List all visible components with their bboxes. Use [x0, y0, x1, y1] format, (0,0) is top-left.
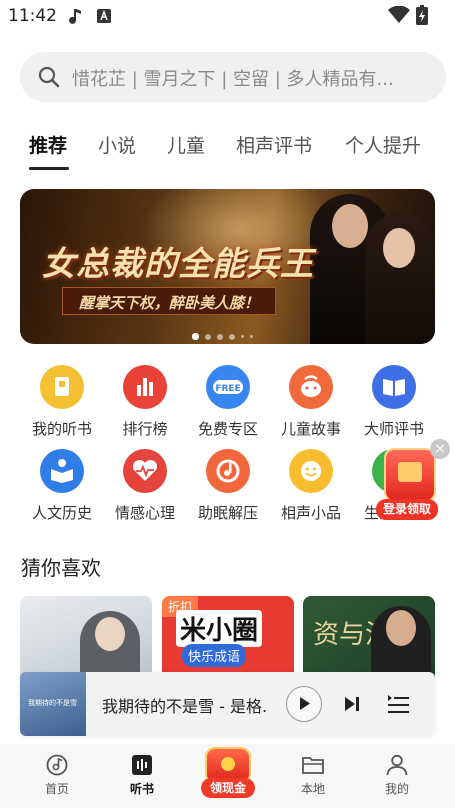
- category-label: 助眠解压: [197, 504, 258, 522]
- audiobook-icon: [112, 752, 172, 778]
- search-bar[interactable]: 惜花芷 | 雪月之下 | 空留 | 多人精品有...: [20, 52, 446, 102]
- nav-label: 听书: [129, 782, 154, 796]
- wifi-icon: [388, 5, 410, 28]
- category-ranking[interactable]: 排行榜: [109, 365, 181, 439]
- banner-dot[interactable]: [229, 333, 235, 340]
- home-disc-icon: [27, 752, 87, 778]
- next-track-icon[interactable]: [342, 694, 362, 718]
- category-kids-stories[interactable]: 儿童故事: [275, 365, 347, 439]
- section-title-guess-you-like: 猜你喜欢: [21, 556, 101, 580]
- cash-gift-icon: [205, 747, 251, 781]
- banner-dot[interactable]: [205, 333, 211, 340]
- tab-novel[interactable]: 小说: [98, 131, 136, 158]
- category-label: 相声小品: [280, 504, 341, 522]
- tab-crosstalk[interactable]: 相声评书: [236, 131, 312, 158]
- category-free-zone[interactable]: FREE 免费专区: [192, 365, 264, 439]
- banner-figure-woman: [365, 214, 435, 344]
- music-disc-icon: [206, 449, 250, 493]
- tab-self-improvement[interactable]: 个人提升: [345, 131, 421, 158]
- open-book-icon: [372, 365, 416, 409]
- promo-banner[interactable]: 女总裁的全能兵王 醒掌天下权，醉卧美人膝！: [20, 189, 435, 344]
- nav-home[interactable]: 首页: [27, 752, 87, 797]
- nav-label: 我的: [384, 782, 409, 796]
- status-time: 11:42: [8, 6, 57, 26]
- status-bar: 11:42: [0, 0, 455, 32]
- category-humanities-history[interactable]: 人文历史: [26, 449, 98, 523]
- music-note-icon: [68, 8, 82, 30]
- banner-dot[interactable]: [217, 333, 223, 340]
- banner-subtitle: 醒掌天下权，醉卧美人膝！: [62, 287, 277, 315]
- banner-dot[interactable]: [192, 333, 199, 340]
- category-label: 我的听书: [31, 420, 92, 438]
- card-cover-title: 米小圈: [176, 610, 263, 647]
- banner-dot[interactable]: [241, 335, 244, 338]
- svg-text:FREE: FREE: [215, 384, 240, 394]
- free-badge-icon: FREE: [206, 365, 250, 409]
- player-track-title: 我期待的不是雪 - 是格...: [102, 697, 267, 716]
- nav-label: 领现金: [201, 778, 255, 798]
- category-sleep-relax[interactable]: 助眠解压: [192, 449, 264, 523]
- category-my-audiobooks[interactable]: 我的听书: [26, 365, 98, 439]
- close-icon[interactable]: ×: [430, 439, 450, 459]
- tab-kids[interactable]: 儿童: [167, 131, 205, 158]
- active-tab-indicator: [29, 167, 69, 170]
- red-envelope-icon: [398, 462, 422, 482]
- mini-player[interactable]: 我期待的不是雪 我期待的不是雪 - 是格...: [20, 672, 435, 736]
- category-emotion-psychology[interactable]: 情感心理: [109, 449, 181, 523]
- person-icon: [367, 752, 427, 778]
- smile-icon: [289, 449, 333, 493]
- card-cover-subtitle: 快乐成语: [182, 644, 247, 667]
- banner-title: 女总裁的全能兵王: [42, 244, 314, 283]
- banner-pagination: [192, 326, 259, 340]
- battery-icon: [416, 5, 428, 29]
- category-label: 情感心理: [114, 504, 175, 522]
- nav-label: 首页: [44, 782, 69, 796]
- category-crosstalk-sketches[interactable]: 相声小品: [275, 449, 347, 523]
- bar-chart-icon: [123, 365, 167, 409]
- player-cover[interactable]: 我期待的不是雪: [20, 672, 86, 736]
- a-badge-icon: [96, 8, 112, 28]
- login-claim-button[interactable]: 登录领取: [376, 499, 438, 520]
- nav-profile[interactable]: 我的: [367, 752, 427, 797]
- play-icon: [300, 697, 310, 710]
- category-master-storytelling[interactable]: 大师评书: [358, 365, 430, 439]
- kids-face-icon: [289, 365, 333, 409]
- category-label: 大师评书: [363, 420, 424, 438]
- category-label: 免费专区: [197, 420, 258, 438]
- nav-audiobooks[interactable]: 听书: [112, 752, 172, 797]
- category-tabs: 推荐 小说 儿童 相声评书 个人提升: [0, 128, 455, 174]
- banner-dot[interactable]: [250, 335, 253, 338]
- category-label: 人文历史: [31, 504, 92, 522]
- book-icon: [40, 365, 84, 409]
- tab-recommend[interactable]: 推荐: [29, 131, 67, 158]
- playlist-icon[interactable]: [386, 693, 410, 719]
- reading-person-icon: [40, 449, 84, 493]
- folder-icon: [283, 752, 343, 778]
- category-label: 排行榜: [122, 420, 168, 438]
- nav-label: 本地: [300, 782, 325, 796]
- category-label: 儿童故事: [280, 420, 341, 438]
- player-cover-text: 我期待的不是雪: [28, 699, 77, 707]
- search-icon: [38, 66, 60, 92]
- play-button[interactable]: [286, 686, 322, 722]
- nav-local[interactable]: 本地: [283, 752, 343, 797]
- floating-red-packet[interactable]: [384, 448, 436, 502]
- search-placeholder: 惜花芷 | 雪月之下 | 空留 | 多人精品有...: [72, 69, 394, 90]
- heartbeat-icon: [123, 449, 167, 493]
